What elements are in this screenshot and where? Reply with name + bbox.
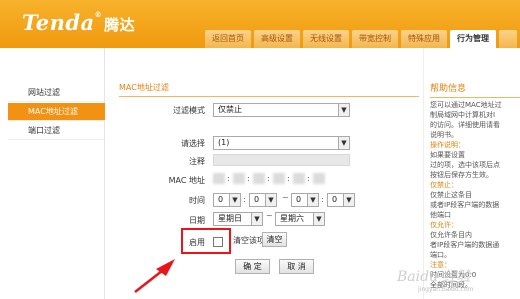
help-line-text: 仅允许条目内: [430, 231, 472, 239]
help-line-text: 他端口: [430, 211, 451, 219]
baidu-watermark: Baidu 经验: [397, 269, 471, 285]
help-line-text: 或者IP段客户端的数据: [430, 201, 500, 209]
help-line-text: 的访问。详细使用请看: [430, 121, 500, 129]
help-panel: 帮助信息 您可以通过MAC地址过 制局域网中计算机对I 的访问。详细使用请看 说明书。…: [423, 48, 520, 299]
help-line: 过的项，选中该项后点: [430, 160, 520, 170]
help-line-text: 制局域网中计算机对I: [430, 111, 496, 119]
help-line: 操作说明：: [430, 140, 520, 150]
help-line-text: 端口。: [430, 251, 451, 259]
help-line: 您可以通过MAC地址过: [430, 100, 520, 110]
help-line-text: 仅禁止这条目: [430, 191, 472, 199]
help-line: 他端口: [430, 210, 520, 220]
help-line: 端口。: [430, 250, 520, 260]
watermark-url: jingyan.baidu.com: [418, 286, 474, 293]
help-line: 按钮后保存方生效。: [430, 170, 520, 180]
help-line-text: 说明书。: [430, 131, 458, 139]
help-line: 制局域网中计算机对I: [430, 110, 520, 120]
help-line-highlight: 仅禁止：: [430, 181, 458, 189]
help-title: 帮助信息: [430, 81, 520, 98]
help-line: 如果要设置: [430, 150, 520, 160]
help-line: 仅允许：: [430, 220, 520, 230]
help-line-highlight: 操作说明：: [430, 141, 465, 149]
help-line-text: 您可以通过MAC地址过: [430, 101, 502, 109]
help-body: 您可以通过MAC地址过 制局域网中计算机对I 的访问。详细使用请看 说明书。操作说明：…: [430, 100, 520, 290]
help-line-text: 者IP段客户端的数据通: [430, 241, 500, 249]
help-line: 者IP段客户端的数据通: [430, 240, 520, 250]
help-line-text: 按钮后保存方生效。: [430, 171, 493, 179]
help-line-highlight: 仅允许：: [430, 221, 458, 229]
help-line: 或者IP段客户端的数据: [430, 200, 520, 210]
help-line: 说明书。: [430, 130, 520, 140]
help-line-text: 过的项，选中该项后点: [430, 161, 500, 169]
help-line: 仅禁止：: [430, 180, 520, 190]
help-line-text: 如果要设置: [430, 151, 465, 159]
help-line: 仅禁止这条目: [430, 190, 520, 200]
help-line: 仅允许条目内: [430, 230, 520, 240]
help-line: 的访问。详细使用请看: [430, 120, 520, 130]
